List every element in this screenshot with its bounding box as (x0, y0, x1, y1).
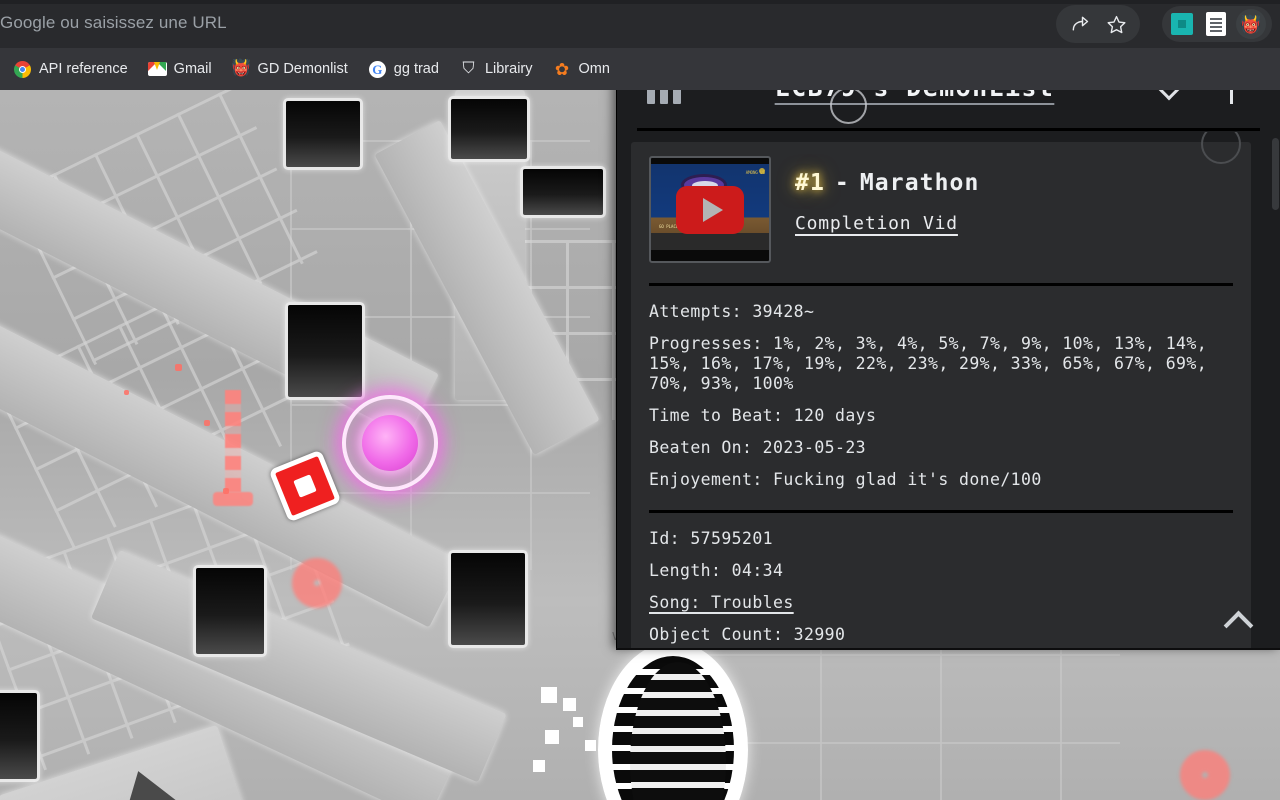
gmail-icon (147, 60, 167, 79)
bookmark-label: Gmail (173, 61, 212, 77)
screen: V1.0 LCB79's DemonList (0, 0, 1280, 800)
header-divider (637, 128, 1260, 131)
game-block (0, 690, 40, 782)
game-particle-red (223, 488, 229, 494)
game-chain (225, 390, 241, 500)
rank-separator: - (834, 170, 850, 196)
level-name: Marathon (859, 170, 980, 196)
detail-id: Id: 57595201 (649, 529, 774, 548)
bookmark-label: Omn (578, 61, 610, 77)
game-block (193, 565, 267, 657)
demonlist-app-panel: LCB79's DemonList (616, 44, 1280, 648)
game-block (283, 98, 363, 170)
card-header: AMONG US GO PLACES SOME MORE #1-Marathon… (649, 156, 1233, 263)
game-particle (533, 760, 545, 772)
game-particle (541, 687, 557, 703)
bookmark-label: Librairy (484, 61, 533, 77)
browser-toolbar: Google ou saisissez une URL 👹 (0, 0, 1280, 48)
completion-video-link[interactable]: Completion Vid (795, 213, 958, 234)
bookmark-gmail[interactable]: Gmail (139, 55, 221, 84)
demon-entry-card: AMONG US GO PLACES SOME MORE #1-Marathon… (631, 132, 1251, 648)
share-icon[interactable] (1064, 8, 1096, 40)
bookmark-label: GD Demonlist (257, 61, 348, 77)
game-particle (545, 730, 559, 744)
game-pink-orb (362, 415, 418, 471)
game-block (448, 550, 528, 648)
bookmark-api-reference[interactable]: API reference (4, 55, 137, 84)
document-extension-icon[interactable] (1202, 10, 1230, 38)
card-title-block: #1- Marathon Completion Vid (795, 156, 979, 234)
bookmark-librairy[interactable]: ⛉ Librairy (450, 55, 542, 84)
bookmarks-bar: API reference Gmail 👹 GD Demonlist G gg … (0, 48, 1280, 90)
game-particle-red (204, 420, 210, 426)
bookmark-gd-demonlist[interactable]: 👹 GD Demonlist (223, 55, 357, 84)
bookmark-star-icon[interactable] (1100, 8, 1132, 40)
chrome-icon (13, 60, 32, 79)
reading-list-icon: ⛉ (462, 60, 475, 77)
teal-square-extension-icon[interactable] (1168, 10, 1196, 38)
flower-icon: ✿ (554, 59, 570, 79)
game-block (520, 166, 606, 218)
stat-progresses: Progresses: 1%, 2%, 3%, 4%, 5%, 7%, 9%, … (649, 334, 1218, 393)
play-button-icon[interactable] (676, 185, 744, 234)
details-group: Id: 57595201 Length: 04:34 Song: Trouble… (649, 529, 1233, 648)
game-red-ring-2 (1180, 750, 1230, 800)
game-block (448, 96, 530, 162)
bookmark-label: API reference (39, 61, 128, 77)
extensions-group: 👹 (1162, 6, 1272, 42)
game-red-ring (292, 558, 342, 608)
level-heading: #1- Marathon (795, 170, 979, 196)
thumbnail-overlay-text-top: AMONG US (745, 170, 765, 175)
bookmark-omn[interactable]: ✿ Omn (544, 55, 619, 84)
browser-tabstrip-edge (0, 0, 1280, 4)
card-divider-1 (649, 283, 1233, 286)
profile-avatar[interactable]: 👹 (1236, 9, 1266, 39)
list-scroll-area[interactable]: AMONG US GO PLACES SOME MORE #1-Marathon… (617, 132, 1280, 648)
google-icon: G (368, 60, 387, 79)
stat-enjoyement: Enjoyement: Fucking glad it's done/100 (649, 470, 1042, 489)
detail-object-count: Object Count: 32990 (649, 625, 846, 644)
game-particle-red (175, 364, 182, 371)
stat-beaten-on: Beaten On: 2023-05-23 (649, 438, 867, 457)
card-circle-button[interactable] (1201, 132, 1241, 164)
omnibox-actions (1056, 5, 1140, 43)
detail-length: Length: 04:34 (649, 561, 784, 580)
stat-time-to-beat: Time to Beat: 120 days (649, 406, 877, 425)
stat-attempts: Attempts: 39428~ (649, 302, 815, 321)
demon-face-icon: 👹 (1240, 14, 1262, 34)
demon-icon: 👹 (231, 60, 252, 77)
stats-group: Attempts: 39428~ Progresses: 1%, 2%, 3%,… (649, 302, 1233, 490)
game-block (285, 302, 365, 400)
panel-scrollbar-thumb[interactable] (1272, 138, 1279, 210)
youtube-thumbnail[interactable]: AMONG US GO PLACES SOME MORE (649, 156, 771, 263)
panel-bottom-edge (616, 648, 1280, 650)
bookmark-label: gg trad (393, 61, 439, 77)
game-particle-red (124, 390, 129, 395)
game-particle (563, 698, 576, 711)
bookmark-gg-trad[interactable]: G gg trad (359, 55, 448, 84)
scroll-to-top-button[interactable] (1223, 608, 1257, 628)
address-bar-placeholder[interactable]: Google ou saisissez une URL (0, 13, 227, 33)
rank-number: #1 (795, 170, 825, 196)
game-particle (585, 740, 596, 751)
game-chain-cap (213, 492, 253, 506)
game-particle (573, 717, 583, 727)
detail-song-link[interactable]: Song: Troubles (649, 593, 1233, 613)
card-divider-2 (649, 510, 1233, 513)
